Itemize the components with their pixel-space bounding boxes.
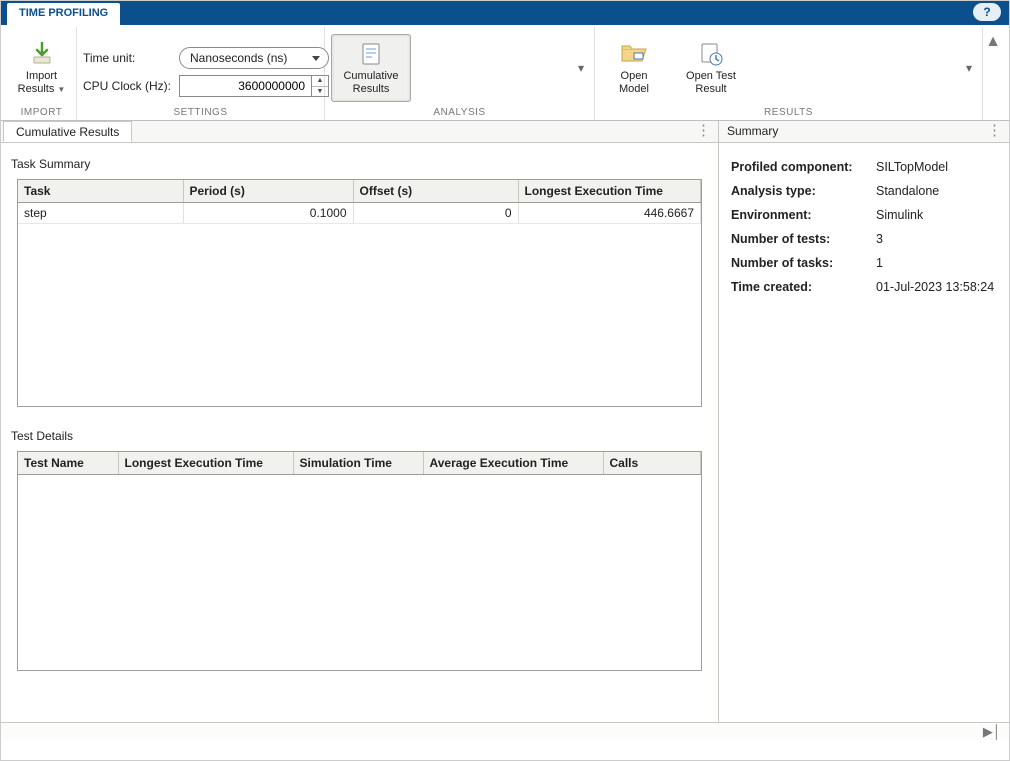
group-label-import: IMPORT: [13, 105, 70, 120]
time-unit-dropdown[interactable]: Nanoseconds (ns): [179, 47, 329, 69]
cell-period: 0.1000: [183, 203, 353, 224]
open-model-button[interactable]: Open Model: [601, 34, 667, 102]
v-profiled-component: SILTopModel: [876, 160, 997, 174]
tab-summary[interactable]: Summary: [727, 124, 778, 138]
collapse-icon: ▲: [985, 33, 1001, 51]
left-panel-menu[interactable]: ⋮: [696, 124, 712, 138]
th-calls[interactable]: Calls: [603, 452, 701, 475]
main-area: Cumulative Results ⋮ Task Summary Task P…: [1, 121, 1009, 722]
open-model-label-1: Open: [621, 70, 648, 83]
task-summary-title: Task Summary: [1, 143, 718, 179]
th-test-name[interactable]: Test Name: [18, 452, 118, 475]
cell-task: step: [18, 203, 183, 224]
right-panel-menu[interactable]: ⋮: [987, 124, 1003, 138]
chevron-down-icon: ▼: [57, 85, 65, 94]
k-analysis-type: Analysis type:: [731, 184, 876, 198]
title-bar: TIME PROFILING ?: [1, 1, 1009, 25]
tab-cumulative-results[interactable]: Cumulative Results: [3, 121, 132, 142]
next-arrow-icon[interactable]: ▶│: [983, 724, 1001, 740]
k-num-tests: Number of tests:: [731, 232, 876, 246]
cumulative-label-2: Results: [353, 83, 390, 96]
cpu-clock-label: CPU Clock (Hz):: [83, 79, 173, 93]
v-num-tests: 3: [876, 232, 997, 246]
cumulative-results-button[interactable]: Cumulative Results: [331, 34, 411, 102]
th-period[interactable]: Period (s): [183, 180, 353, 203]
main-tab-time-profiling[interactable]: TIME PROFILING: [7, 3, 120, 25]
open-test-label-2: Result: [695, 83, 726, 96]
test-details-title: Test Details: [1, 407, 718, 451]
import-label-2: Results ▼: [18, 83, 66, 96]
report-icon: [357, 40, 385, 68]
time-unit-label: Time unit:: [83, 51, 173, 65]
ribbon-group-results: Open Model Open Test Result ▾ RESULTS: [595, 27, 983, 120]
table-row[interactable]: step 0.1000 0 446.6667: [18, 203, 701, 224]
left-pane: Cumulative Results ⋮ Task Summary Task P…: [1, 121, 719, 722]
right-pane: Summary ⋮ Profiled component:SILTopModel…: [719, 121, 1009, 722]
group-label-analysis: ANALYSIS: [331, 105, 588, 120]
cpu-clock-spinner[interactable]: ▲ ▼: [179, 75, 329, 97]
cumulative-label-1: Cumulative: [343, 70, 398, 83]
right-panel-tabs: Summary ⋮: [719, 121, 1009, 143]
analysis-group-expand[interactable]: ▾: [574, 61, 588, 75]
th-offset[interactable]: Offset (s): [353, 180, 518, 203]
help-button[interactable]: ?: [973, 3, 1001, 21]
k-environment: Environment:: [731, 208, 876, 222]
k-profiled-component: Profiled component:: [731, 160, 876, 174]
cell-offset: 0: [353, 203, 518, 224]
th-task[interactable]: Task: [18, 180, 183, 203]
folder-model-icon: [620, 40, 648, 68]
group-label-results: RESULTS: [601, 105, 976, 120]
open-test-label-1: Open Test: [686, 70, 736, 83]
task-summary-table: Task Period (s) Offset (s) Longest Execu…: [17, 179, 702, 407]
v-time-created: 01-Jul-2023 13:58:24: [876, 280, 997, 294]
left-panel-tabs: Cumulative Results ⋮: [1, 121, 718, 143]
k-num-tasks: Number of tasks:: [731, 256, 876, 270]
ribbon-group-analysis: Cumulative Results ▾ ANALYSIS: [325, 27, 595, 120]
v-num-tasks: 1: [876, 256, 997, 270]
open-model-label-2: Model: [619, 83, 649, 96]
th-sim-time[interactable]: Simulation Time: [293, 452, 423, 475]
k-time-created: Time created:: [731, 280, 876, 294]
test-details-table: Test Name Longest Execution Time Simulat…: [17, 451, 702, 671]
cpu-clock-input[interactable]: [179, 75, 311, 97]
ribbon: Import Results ▼ IMPORT Time unit: Nanos…: [1, 25, 1009, 121]
test-result-icon: [697, 40, 725, 68]
import-icon: [28, 40, 56, 68]
status-bar: ▶│: [1, 722, 1009, 740]
group-label-settings: SETTINGS: [83, 105, 318, 120]
import-results-button[interactable]: Import Results ▼: [13, 34, 70, 102]
v-analysis-type: Standalone: [876, 184, 997, 198]
ribbon-group-import: Import Results ▼ IMPORT: [7, 27, 77, 120]
th-test-longest[interactable]: Longest Execution Time: [118, 452, 293, 475]
th-avg-exec[interactable]: Average Execution Time: [423, 452, 603, 475]
v-environment: Simulink: [876, 208, 997, 222]
open-test-result-button[interactable]: Open Test Result: [677, 34, 745, 102]
results-group-expand[interactable]: ▾: [962, 61, 976, 75]
import-label-1: Import: [26, 70, 57, 83]
ribbon-collapse[interactable]: ▲: [983, 27, 1003, 120]
ribbon-group-settings: Time unit: Nanoseconds (ns) CPU Clock (H…: [77, 27, 325, 120]
th-longest[interactable]: Longest Execution Time: [518, 180, 701, 203]
summary-body: Profiled component:SILTopModel Analysis …: [719, 143, 1009, 311]
cell-longest: 446.6667: [518, 203, 701, 224]
